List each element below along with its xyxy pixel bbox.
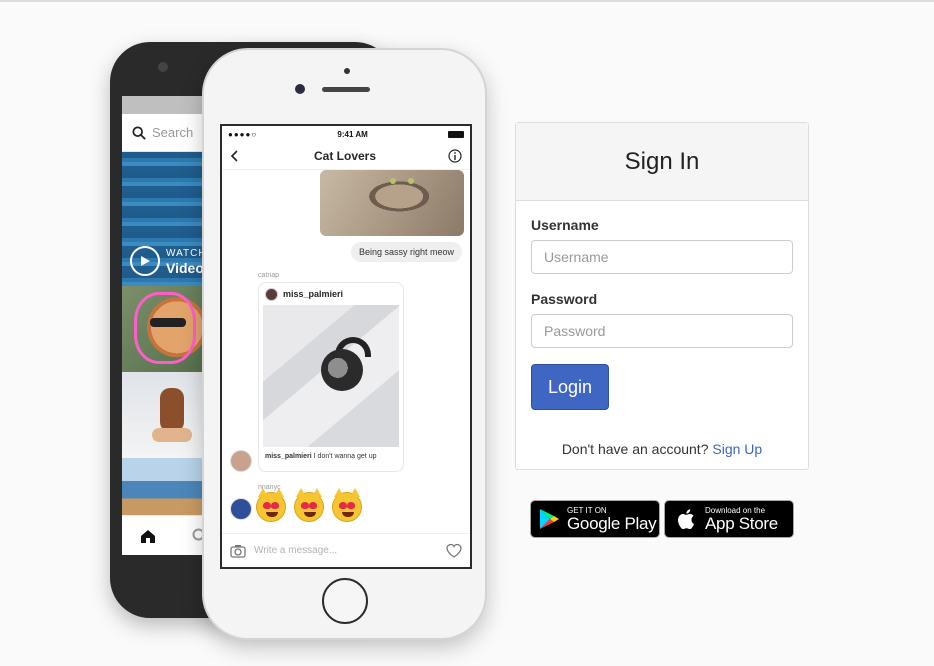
avatar — [230, 450, 252, 472]
shared-post-caption: miss_palmieri I don't wanna get up — [259, 447, 403, 466]
no-account-text: Don't have an account? — [561, 441, 709, 457]
watch-label: WATCH — [166, 248, 207, 259]
signup-prompt: Don't have an account? Sign Up — [516, 441, 808, 457]
home-button — [322, 578, 368, 624]
signin-title: Sign In — [624, 147, 700, 175]
earpiece-speaker — [322, 87, 370, 92]
sensor-dot — [344, 68, 350, 74]
heart-eyes-cat-icon — [332, 488, 362, 522]
play-icon — [130, 245, 160, 276]
direct-message-screen: ●●●●○ 9:41 AM Cat Lovers Being sassy rig… — [220, 124, 472, 569]
signup-link[interactable]: Sign Up — [712, 441, 762, 457]
password-input[interactable] — [531, 314, 793, 348]
google-play-badge[interactable]: GET IT ON Google Play — [530, 500, 660, 538]
signal-icon: ●●●●○ — [228, 129, 258, 139]
emoji-message — [256, 488, 362, 522]
sender-name: catnap — [258, 272, 280, 279]
caption-text: I don't wanna get up — [313, 453, 377, 460]
battery-icon — [448, 130, 464, 138]
username-input[interactable] — [531, 240, 793, 274]
app-store-badge[interactable]: Download on the App Store — [664, 500, 794, 538]
apple-badge-big-text: App Store — [705, 513, 778, 533]
phone-mockup-front: ●●●●○ 9:41 AM Cat Lovers Being sassy rig… — [202, 48, 487, 640]
password-label: Password — [531, 291, 598, 307]
compose-placeholder: Write a message... — [254, 545, 338, 556]
message-bubble: Being sassy right meow — [350, 242, 462, 262]
shared-post-image — [263, 305, 399, 447]
caption-username: miss_palmieri — [265, 453, 312, 460]
cat-photo-message — [320, 170, 464, 236]
avatar — [265, 287, 278, 301]
home-icon — [141, 529, 155, 543]
signin-header: Sign In — [516, 123, 808, 201]
apple-icon — [678, 509, 694, 530]
camera-lens — [295, 84, 305, 94]
chat-header: Cat Lovers — [222, 142, 470, 170]
heart-icon — [446, 543, 462, 558]
info-icon — [448, 148, 462, 163]
shared-post-header: miss_palmieri — [259, 283, 403, 305]
top-divider — [0, 0, 934, 2]
heart-eyes-cat-icon — [256, 488, 286, 522]
back-arrow-icon — [230, 149, 238, 162]
google-badge-big-text: Google Play — [567, 513, 657, 533]
camera-dot — [158, 62, 168, 72]
signin-panel: Sign In Username Password Login Don't ha… — [515, 122, 809, 470]
video-label: Video — [166, 259, 204, 276]
status-time: 9:41 AM — [337, 129, 368, 139]
username-label: Username — [531, 217, 599, 233]
message-compose-bar: Write a message... — [222, 533, 470, 567]
heart-eyes-cat-icon — [294, 488, 324, 522]
camera-icon — [230, 544, 246, 558]
watch-video-overlay: WATCH Video — [130, 244, 207, 278]
status-bar: ●●●●○ 9:41 AM — [222, 126, 470, 142]
google-play-icon — [540, 509, 559, 529]
avatar — [230, 498, 252, 520]
search-placeholder: Search — [152, 125, 194, 140]
login-button[interactable]: Login — [531, 364, 609, 410]
search-icon — [132, 125, 146, 140]
shared-post-card: miss_palmieri miss_palmieri I don't wann… — [258, 282, 404, 472]
chat-title: Cat Lovers — [313, 148, 377, 163]
shared-post-username: miss_palmieri — [283, 289, 344, 299]
